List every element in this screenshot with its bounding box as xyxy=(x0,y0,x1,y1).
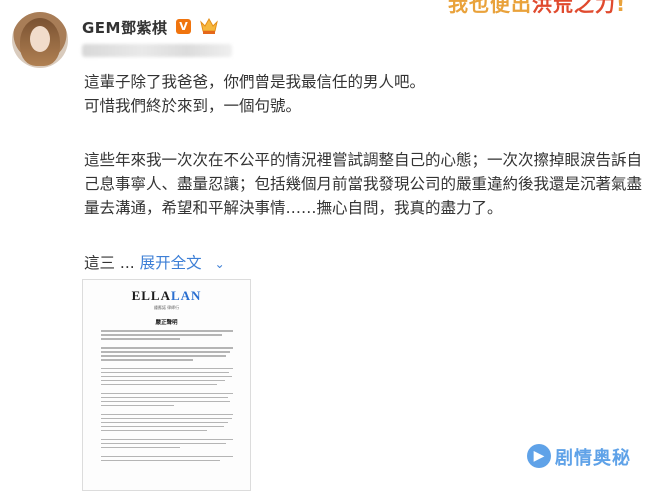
banner-text: 我也便出 xyxy=(448,0,532,16)
chevron-down-icon[interactable]: ⌄ xyxy=(215,252,225,276)
banner-end: ! xyxy=(616,0,627,16)
law-firm-subtitle: 鍾應諾 律師行 xyxy=(153,305,180,310)
law-firm-logo: ELLALAN xyxy=(131,288,202,303)
avatar-face xyxy=(30,26,50,52)
document-title: 嚴正聲明 xyxy=(155,320,178,326)
post-paragraph-3: 這些年來我一次次在不公平的情況裡嘗試調整自己的心態；一次次擦掉眼淚告訴自己息事寧… xyxy=(84,151,643,217)
top-banner: 我也便出洪荒之力! xyxy=(448,0,626,17)
expand-row: 這三 ... 展开全文 ⌄ xyxy=(84,251,225,276)
watermark-text: 剧情奥秘 xyxy=(555,448,631,469)
statement-document-image[interactable]: ELLALAN 鍾應諾 律師行 嚴正聲明 xyxy=(82,279,251,491)
watermark-logo-icon: ▶ xyxy=(527,444,551,468)
watermark: ▶ 剧情奥秘 xyxy=(527,442,657,472)
truncated-text: 這三 ... xyxy=(84,254,135,272)
verified-badge-icon: V xyxy=(176,19,191,34)
post-paragraph-1: 這輩子除了我爸爸，你們曾是我最信任的男人吧。 xyxy=(84,73,426,91)
avatar[interactable] xyxy=(12,12,68,68)
expand-full-text-link[interactable]: 展开全文 xyxy=(140,254,202,272)
username-link[interactable]: GEM鄧紫棋 xyxy=(82,17,168,38)
banner-highlight: 洪荒之力 xyxy=(532,0,616,16)
post-paragraph-2: 可惜我們終於來到，一個句號。 xyxy=(84,97,302,115)
document-text-lines xyxy=(101,330,233,464)
blurred-post-meta xyxy=(82,44,232,57)
crown-member-icon xyxy=(200,17,218,34)
